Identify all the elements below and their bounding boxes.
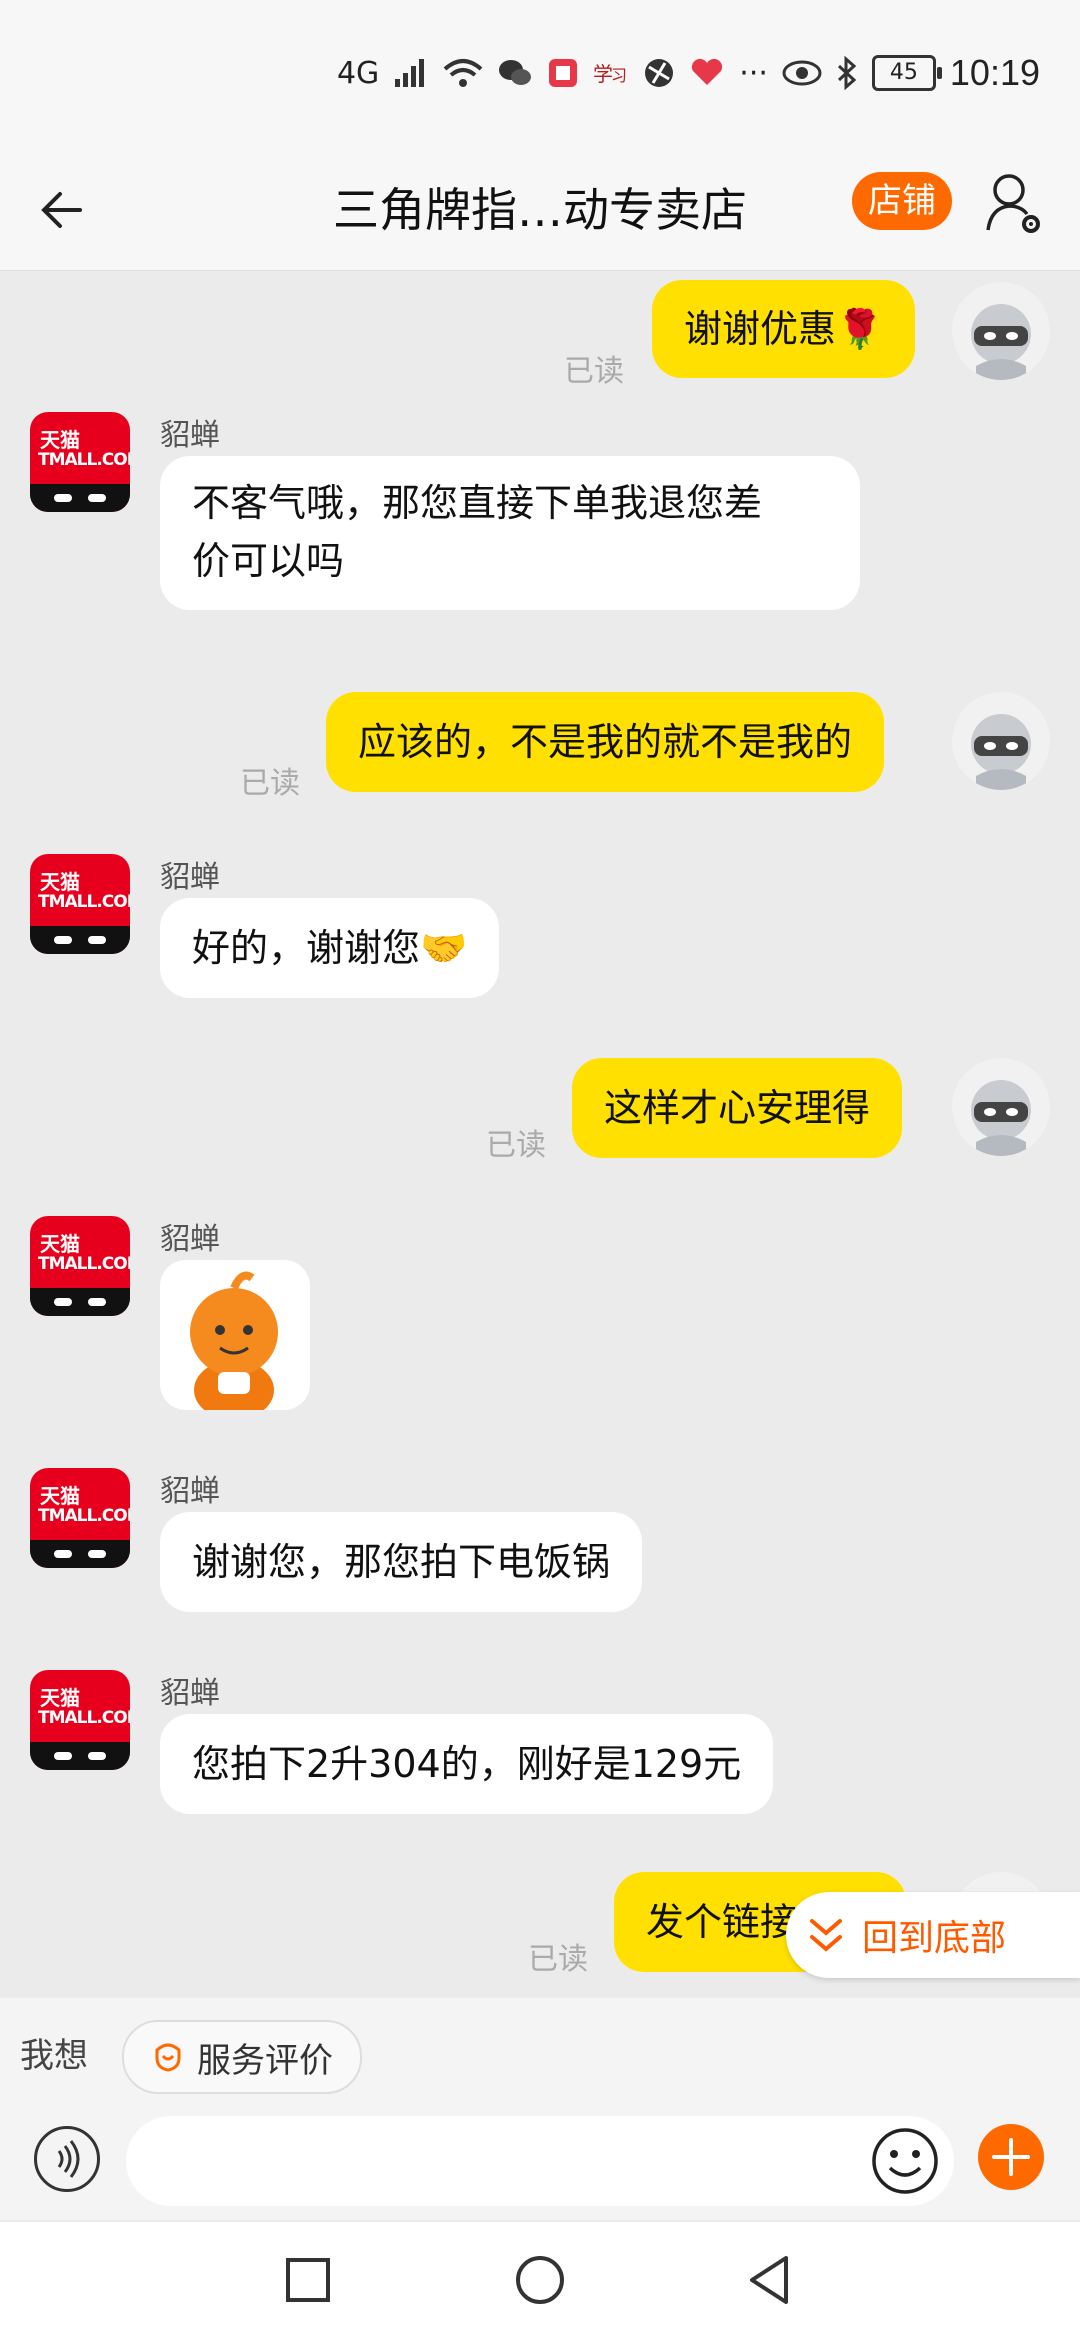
svg-text:习: 习 [611, 66, 627, 85]
sticker-message[interactable] [160, 1260, 310, 1410]
plus-icon[interactable] [978, 2124, 1044, 2190]
study-app-icon: 学习 [593, 62, 627, 86]
message-bubble[interactable]: 不客气哦，那您直接下单我退您差 价可以吗 [160, 456, 860, 610]
bluetooth-icon [837, 56, 857, 90]
eye-icon [782, 60, 822, 86]
more-notifications: ··· [739, 55, 768, 91]
read-receipt: 已读 [528, 1942, 588, 1977]
read-receipt: 已读 [240, 766, 300, 801]
message-input[interactable] [126, 2116, 954, 2206]
globe-app-icon [645, 59, 674, 87]
input-bar: 我想 服务评价 [0, 1998, 1080, 2220]
shop-avatar[interactable]: 天猫 TMALL.COM [30, 1468, 130, 1568]
message-bubble[interactable]: 好的，谢谢您🤝 [160, 898, 500, 998]
read-receipt: 已读 [486, 1128, 546, 1163]
wechat-icon [499, 60, 532, 85]
scroll-to-bottom-label: 回到底部 [862, 1918, 1007, 1959]
quick-reply-label: 我想 [20, 2036, 88, 2076]
shop-avatar-line2: TMALL.COM [38, 450, 130, 470]
shop-avatar-line1: 天猫 [40, 1686, 80, 1710]
sender-name: 貂蝉 [160, 860, 220, 895]
cat-silhouette [30, 1288, 130, 1316]
cat-silhouette [30, 1540, 130, 1568]
message-bubble[interactable]: 这样才心安理得 [572, 1058, 903, 1158]
cat-silhouette [30, 484, 130, 512]
status-bar: 4G 学习 ··· 45 10:19 [0, 0, 1080, 160]
read-receipt: 已读 [564, 354, 624, 389]
user-avatar[interactable] [952, 692, 1050, 790]
user-avatar[interactable] [952, 1058, 1050, 1156]
shop-avatar[interactable]: 天猫 TMALL.COM [30, 854, 130, 954]
orange-mascot-sticker [190, 1271, 278, 1410]
message-bubble[interactable]: 谢谢您，那您拍下电饭锅 [160, 1512, 643, 1612]
clock: 10:19 [949, 52, 1040, 93]
message-line-2: 价可以吗 [192, 539, 345, 583]
system-nav-bar [0, 2222, 1080, 2340]
shop-avatar-line2: TMALL.COM [38, 1708, 130, 1728]
user-settings-icon[interactable] [985, 170, 1045, 240]
shop-avatar-line2: TMALL.COM [38, 1254, 130, 1274]
shop-avatar-line1: 天猫 [40, 870, 80, 894]
service-review-label: 服务评价 [197, 2040, 333, 2081]
wifi-icon [443, 59, 483, 87]
heart-app-icon [692, 58, 723, 85]
message-line-1: 不客气哦，那您直接下单我退您差 [192, 481, 763, 525]
shop-button[interactable]: 店铺 [852, 172, 952, 230]
smiley-icon[interactable] [870, 2126, 940, 2196]
message-bubble[interactable]: 谢谢优惠🌹 [652, 280, 916, 378]
status-icons: 4G 学习 ··· 45 10:19 [337, 52, 1040, 94]
battery-indicator: 45 [871, 55, 942, 91]
network-type: 4G [336, 55, 380, 91]
shop-avatar[interactable]: 天猫 TMALL.COM [30, 1670, 130, 1770]
chat-header: 三角牌指…动专卖店 店铺 [0, 160, 1080, 271]
app-notification-icon [549, 59, 578, 87]
home-icon[interactable] [514, 2254, 566, 2306]
shop-avatar-line2: TMALL.COM [38, 1506, 130, 1526]
message-bubble[interactable]: 您拍下2升304的，刚好是129元 [160, 1714, 774, 1814]
flower-icon [155, 2043, 181, 2072]
scroll-to-bottom-button[interactable]: 回到底部 [786, 1892, 1080, 1978]
chat-list[interactable]: 已读 谢谢优惠🌹 天猫 TMALL.COM 貂蝉 不客气哦，那您直接下单我退您差… [0, 272, 1080, 1998]
shop-avatar[interactable]: 天猫 TMALL.COM [30, 1216, 130, 1316]
cat-silhouette [30, 926, 130, 954]
sender-name: 貂蝉 [160, 418, 220, 453]
shop-avatar-line1: 天猫 [40, 1232, 80, 1256]
recent-apps-icon[interactable] [284, 2256, 332, 2304]
voice-input-icon[interactable] [34, 2126, 100, 2192]
service-review-chip[interactable]: 服务评价 [122, 2020, 362, 2094]
double-chevron-down-icon [810, 1919, 842, 1952]
user-avatar[interactable] [952, 282, 1050, 380]
sender-name: 貂蝉 [160, 1676, 220, 1711]
back-nav-icon[interactable] [746, 2254, 794, 2306]
svg-text:学: 学 [593, 62, 613, 86]
sender-name: 貂蝉 [160, 1474, 220, 1509]
message-bubble[interactable]: 应该的，不是我的就不是我的 [326, 692, 885, 792]
shop-avatar[interactable]: 天猫 TMALL.COM [30, 412, 130, 512]
signal-icon [395, 59, 425, 87]
shop-avatar-line2: TMALL.COM [38, 892, 130, 912]
cat-silhouette [30, 1742, 130, 1770]
shop-avatar-line1: 天猫 [40, 428, 80, 452]
sender-name: 貂蝉 [160, 1222, 220, 1257]
shop-avatar-line1: 天猫 [40, 1484, 80, 1508]
